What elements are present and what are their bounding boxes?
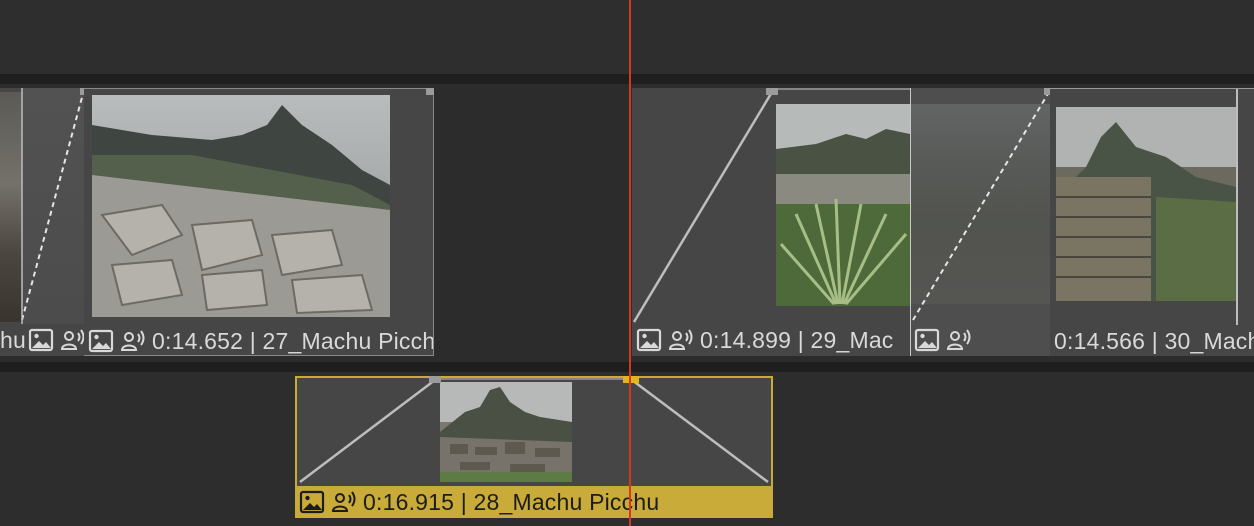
timeline-clip-27[interactable]: 0:14.652 | 27_Machu Picchu xyxy=(84,88,434,356)
image-icon xyxy=(299,489,325,515)
audio-speaker-icon xyxy=(60,327,84,353)
image-icon xyxy=(636,327,662,353)
timeline-clip-29[interactable]: 0:14.899 | 29_Mac xyxy=(632,88,910,356)
timeline-empty-track-area xyxy=(0,0,1254,74)
clip-label-bar: 0:14.899 | 29_Mac xyxy=(632,324,910,356)
transition-handle-active[interactable] xyxy=(623,376,639,383)
audio-speaker-icon xyxy=(331,489,357,515)
transition-handle[interactable] xyxy=(426,88,434,95)
clip-thumbnail xyxy=(1056,107,1236,301)
timeline-clip-26[interactable]: hu xyxy=(0,88,84,356)
clip-label: hu xyxy=(0,326,26,353)
clip-label: 0:14.652 | 27_Machu Picchu xyxy=(152,327,434,354)
transition-handle[interactable] xyxy=(766,88,778,95)
transition-handle[interactable] xyxy=(429,376,441,383)
clip-label-bar: 0:14.652 | 27_Machu Picchu xyxy=(84,325,434,355)
clip-label: 0:16.915 | 28_Machu Picchu xyxy=(363,488,660,515)
clip-label-bar: 0:14.566 | 30_Machu xyxy=(1050,325,1254,356)
track-separator xyxy=(0,74,1254,84)
audio-speaker-icon xyxy=(120,328,146,354)
clip-label-bar: hu xyxy=(0,324,84,356)
image-icon xyxy=(88,328,114,354)
playhead[interactable] xyxy=(629,0,631,526)
track-separator xyxy=(0,362,1254,372)
clip-label-bar-prefix xyxy=(912,324,1050,356)
timeline-clip-28[interactable]: 0:16.915 | 28_Machu Picchu xyxy=(295,376,773,518)
clip-label: 0:14.899 | 29_Mac xyxy=(700,326,894,353)
transition-line xyxy=(632,88,910,323)
transition-line xyxy=(912,91,1050,321)
timeline-clip-30[interactable]: 0:14.566 | 30_Machu xyxy=(1050,88,1254,356)
audio-speaker-icon xyxy=(946,327,972,353)
crossfade-transition-overlay[interactable] xyxy=(910,88,1051,356)
clip-divider xyxy=(1236,89,1238,325)
audio-speaker-icon xyxy=(668,327,694,353)
clip-label-bar-selected: 0:16.915 | 28_Machu Picchu xyxy=(297,486,771,516)
transition-line xyxy=(21,88,84,324)
clip-label: 0:14.566 | 30_Machu xyxy=(1054,327,1254,354)
clip-thumbnail xyxy=(92,95,390,317)
image-icon xyxy=(28,327,54,353)
image-icon xyxy=(914,327,940,353)
